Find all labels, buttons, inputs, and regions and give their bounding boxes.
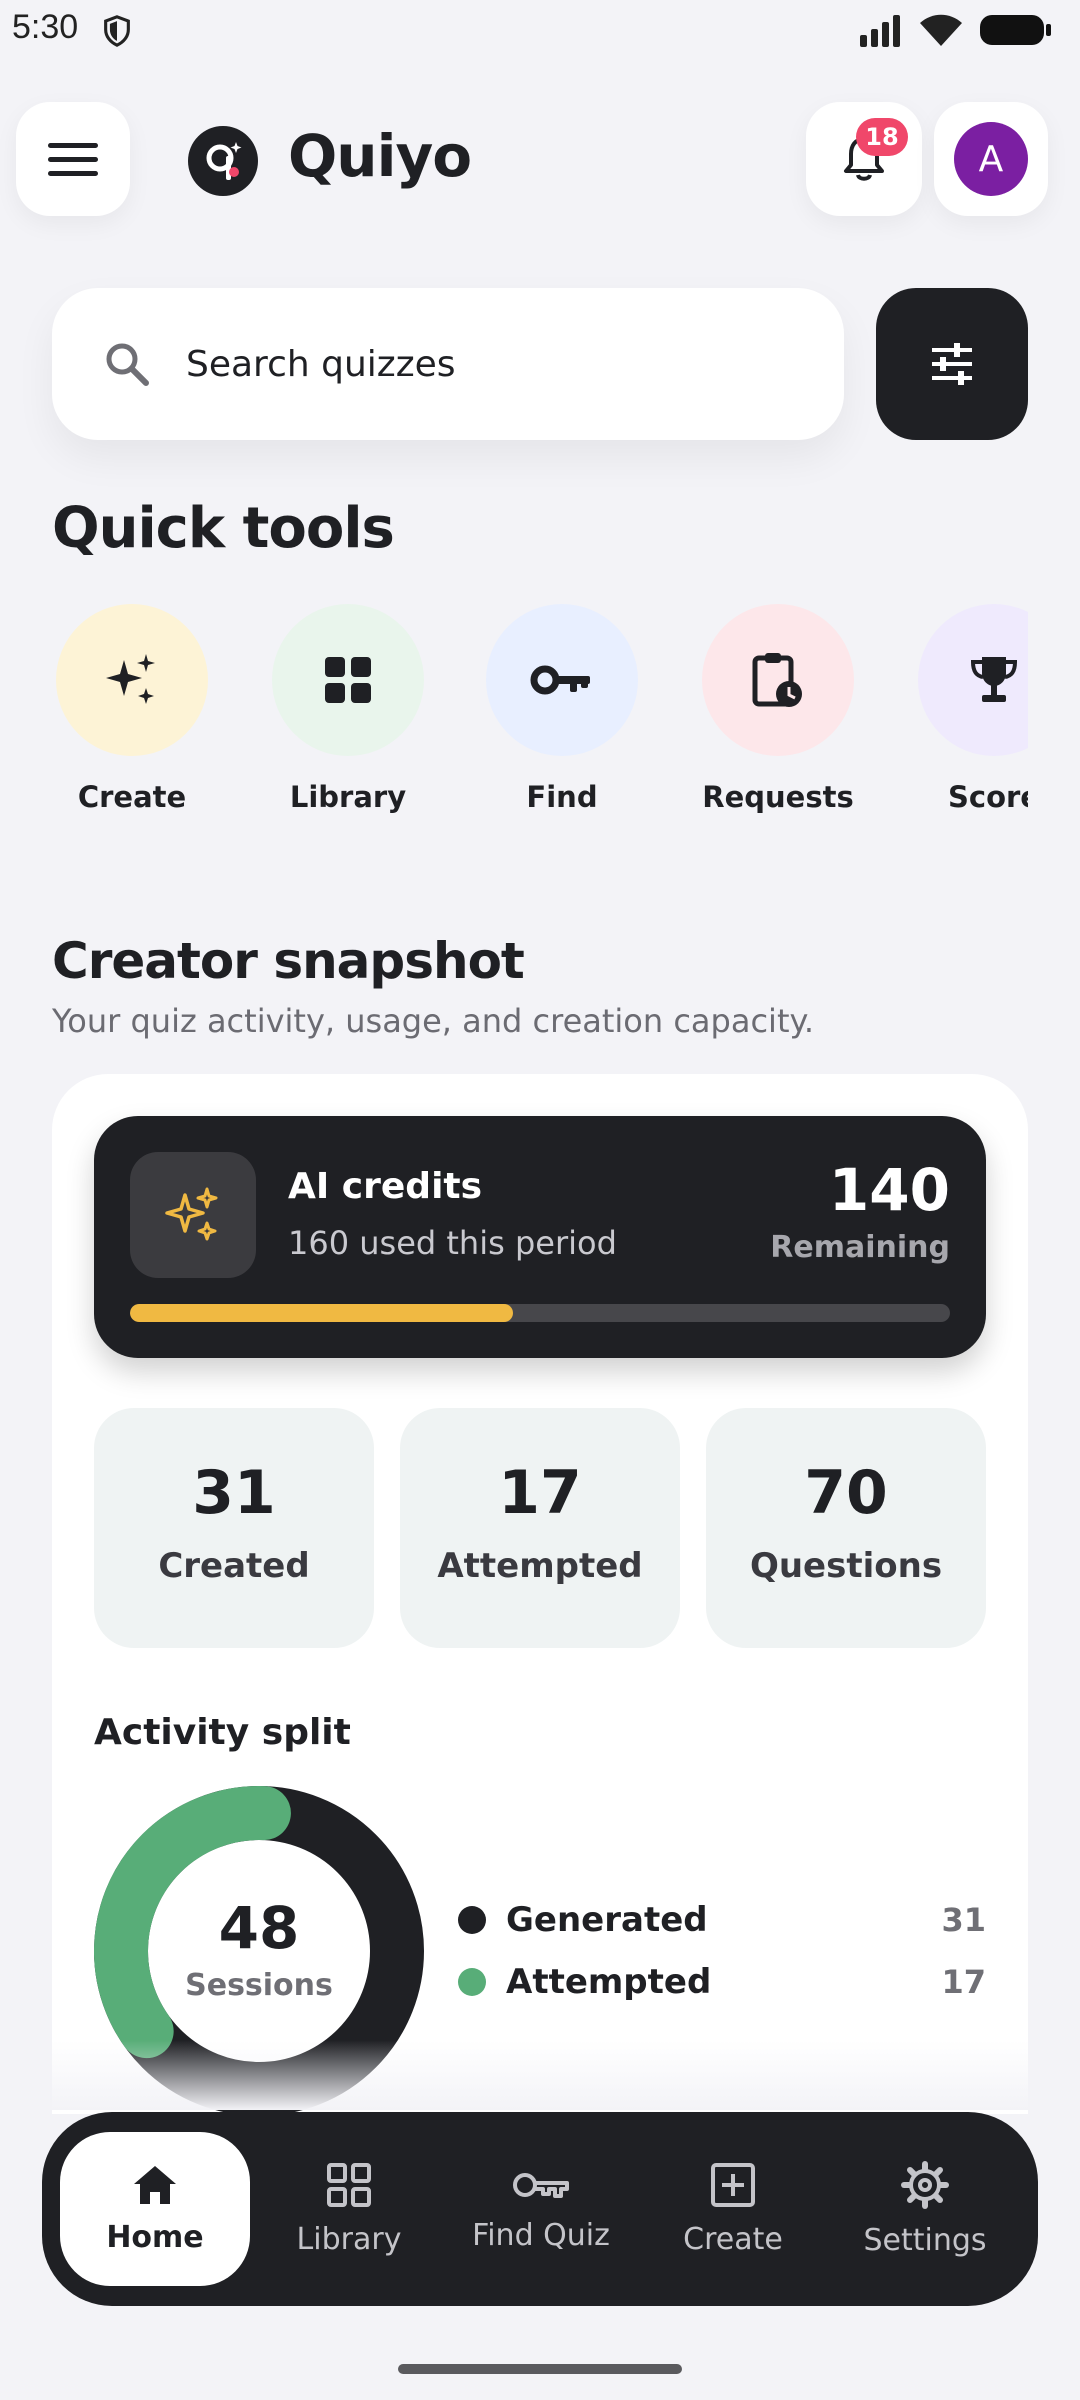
stat-label: Created bbox=[158, 1546, 310, 1586]
notification-badge: 18 bbox=[856, 118, 908, 156]
status-icons bbox=[858, 12, 1054, 48]
legend-name: Attempted bbox=[506, 1962, 712, 2002]
status-time: 5:30 bbox=[12, 8, 79, 46]
tool-requests[interactable]: Requests bbox=[698, 604, 858, 814]
sparkles-icon bbox=[165, 1187, 218, 1241]
tool-label: Score bbox=[948, 780, 1028, 814]
tool-label: Requests bbox=[702, 780, 854, 814]
snapshot-title: Creator snapshot bbox=[52, 932, 525, 990]
tool-requests-circle bbox=[702, 604, 854, 756]
plus-square-icon bbox=[711, 2162, 755, 2207]
nav-home[interactable]: Home bbox=[60, 2132, 250, 2286]
nav-create[interactable]: Create bbox=[638, 2132, 828, 2286]
donut-total-label: Sessions bbox=[185, 1968, 333, 2003]
home-indicator bbox=[398, 2364, 682, 2374]
app-title: Quiyo bbox=[288, 122, 472, 190]
search-icon bbox=[106, 343, 149, 386]
menu-icon bbox=[48, 143, 98, 176]
tool-score[interactable]: Score bbox=[914, 604, 1028, 814]
nav-label: Library bbox=[296, 2221, 402, 2257]
menu-button[interactable] bbox=[16, 102, 130, 216]
gear-icon bbox=[901, 2160, 949, 2209]
stat-label: Attempted bbox=[437, 1546, 643, 1586]
nav-label: Settings bbox=[863, 2222, 987, 2258]
tool-label: Create bbox=[77, 780, 187, 814]
tool-label: Library bbox=[289, 780, 407, 814]
key-icon bbox=[530, 665, 590, 695]
quick-tools-row: Create Library Find Requests Scor bbox=[52, 604, 1028, 824]
sparkles-icon bbox=[106, 654, 155, 704]
battery-icon bbox=[980, 15, 1051, 45]
credits-title: AI credits bbox=[288, 1166, 483, 1207]
ai-credits-card[interactable]: AI credits 160 used this period 140 Rema… bbox=[94, 1116, 986, 1358]
stat-label: Questions bbox=[749, 1546, 943, 1586]
credits-remaining-label: Remaining bbox=[770, 1230, 950, 1265]
credits-used: 160 used this period bbox=[288, 1224, 617, 1262]
credits-progress-track bbox=[130, 1304, 950, 1322]
tool-score-circle bbox=[918, 604, 1028, 756]
shield-icon bbox=[104, 15, 130, 47]
activity-split-title: Activity split bbox=[94, 1712, 351, 1753]
clipboard-clock-icon bbox=[752, 653, 802, 707]
nav-find-quiz[interactable]: Find Quiz bbox=[446, 2132, 636, 2286]
tool-find[interactable]: Find bbox=[482, 604, 642, 814]
stat-created: 31 Created bbox=[94, 1408, 374, 1648]
bottom-nav: Home Library Find Quiz Create Settings bbox=[42, 2112, 1038, 2306]
credits-icon-box bbox=[130, 1152, 256, 1278]
credits-remaining-value: 140 bbox=[828, 1156, 950, 1224]
trophy-icon bbox=[970, 657, 1018, 702]
logo-icon bbox=[206, 142, 242, 180]
legend-dot bbox=[458, 1906, 486, 1934]
avatar: A bbox=[954, 122, 1028, 196]
legend-item-attempted: Attempted 17 bbox=[458, 1962, 986, 2002]
sliders-icon bbox=[932, 343, 972, 385]
tool-find-circle bbox=[486, 604, 638, 756]
tool-label: Find bbox=[526, 780, 598, 814]
nav-label: Home bbox=[106, 2219, 204, 2255]
tool-library[interactable]: Library bbox=[268, 604, 428, 814]
stat-questions: 70 Questions bbox=[706, 1408, 986, 1648]
tool-create[interactable]: Create bbox=[52, 604, 212, 814]
legend-item-generated: Generated 31 bbox=[458, 1900, 986, 1940]
signal-icon bbox=[860, 15, 900, 47]
grid-icon bbox=[325, 657, 371, 703]
nav-settings[interactable]: Settings bbox=[830, 2132, 1020, 2286]
donut-total: 48 bbox=[218, 1894, 300, 1962]
legend-value: 17 bbox=[941, 1963, 986, 2001]
home-icon bbox=[134, 2165, 176, 2204]
tool-create-circle bbox=[56, 604, 208, 756]
legend-value: 31 bbox=[941, 1901, 986, 1939]
stat-value: 17 bbox=[498, 1458, 582, 1528]
app-logo bbox=[188, 126, 258, 196]
legend-dot bbox=[458, 1968, 486, 1996]
nav-label: Find Quiz bbox=[472, 2217, 610, 2253]
wifi-icon bbox=[920, 14, 962, 46]
scroll-fade bbox=[0, 2040, 1080, 2110]
nav-label: Create bbox=[683, 2221, 783, 2257]
tool-library-circle bbox=[272, 604, 424, 756]
nav-library[interactable]: Library bbox=[254, 2132, 444, 2286]
snapshot-subtitle: Your quiz activity, usage, and creation … bbox=[52, 1002, 815, 1040]
snapshot-card: AI credits 160 used this period 140 Rema… bbox=[52, 1074, 1028, 2116]
grid-outline-icon bbox=[327, 2162, 371, 2207]
profile-button[interactable]: A bbox=[934, 102, 1048, 216]
credits-progress-fill bbox=[130, 1304, 513, 1322]
notifications-button[interactable]: 18 bbox=[806, 102, 922, 216]
stat-attempted: 17 Attempted bbox=[400, 1408, 680, 1648]
legend-name: Generated bbox=[506, 1900, 708, 1940]
search-bar[interactable] bbox=[52, 288, 844, 440]
key-icon bbox=[513, 2172, 569, 2198]
quick-tools-title: Quick tools bbox=[52, 496, 395, 561]
filter-button[interactable] bbox=[876, 288, 1028, 440]
stat-value: 31 bbox=[192, 1458, 276, 1528]
stat-value: 70 bbox=[804, 1458, 888, 1528]
search-input[interactable] bbox=[186, 343, 746, 385]
